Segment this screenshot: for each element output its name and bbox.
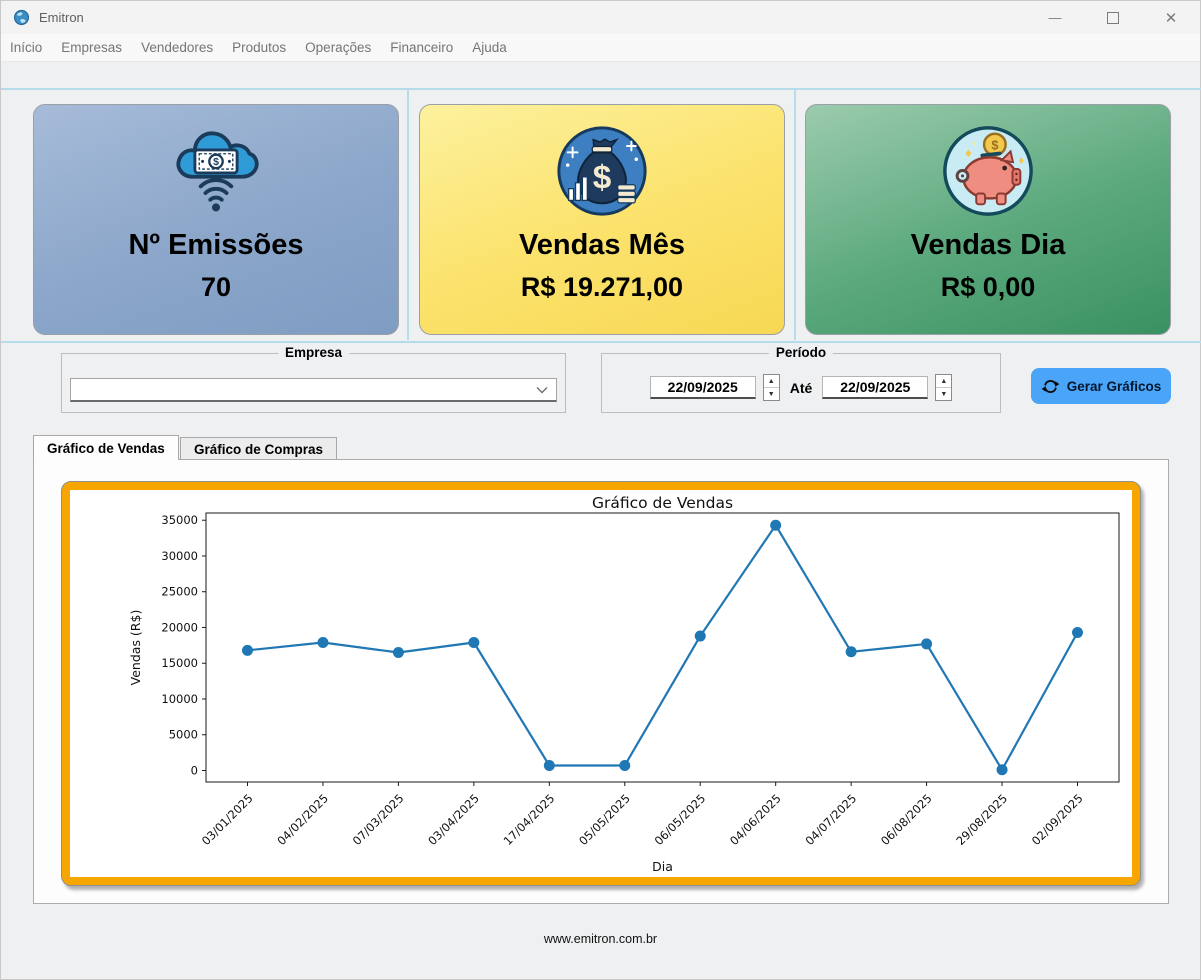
- menu-bar: Início Empresas Vendedores Produtos Oper…: [1, 34, 1200, 62]
- svg-text:10000: 10000: [161, 692, 198, 706]
- tab-grafico-vendas[interactable]: Gráfico de Vendas: [33, 435, 179, 460]
- periodo-groupbox: Período 22/09/2025 ▲ ▼ Até 22/09/2025 ▲ …: [601, 353, 1001, 413]
- title-bar: Emitron — ✕: [1, 1, 1200, 34]
- menu-item-financeiro[interactable]: Financeiro: [390, 40, 453, 55]
- spin-down-icon[interactable]: ▼: [764, 388, 779, 400]
- svg-text:20000: 20000: [161, 620, 198, 634]
- menu-item-empresas[interactable]: Empresas: [61, 40, 122, 55]
- svg-text:$: $: [593, 160, 612, 197]
- card-vendas-dia: $ Vendas Dia R$ 0,00: [805, 104, 1171, 335]
- date-to-spinner[interactable]: ▲ ▼: [935, 374, 952, 401]
- date-from-spinner[interactable]: ▲ ▼: [763, 374, 780, 401]
- money-bag-icon: $: [553, 117, 651, 225]
- spin-up-icon[interactable]: ▲: [764, 375, 779, 388]
- ate-label: Até: [790, 380, 813, 396]
- card-divider-1: [407, 90, 409, 340]
- window-title: Emitron: [39, 10, 84, 25]
- svg-text:15000: 15000: [161, 656, 198, 670]
- vendas-chart: Gráfico de Vendas 0 5000 10000 15000 20000 250…: [70, 490, 1132, 877]
- tab-grafico-compras[interactable]: Gráfico de Compras: [180, 437, 337, 460]
- card-divider-2: [794, 90, 796, 340]
- periodo-label: Período: [769, 345, 833, 360]
- tab-grafico-compras-label: Gráfico de Compras: [194, 442, 323, 457]
- svg-text:25000: 25000: [161, 585, 198, 599]
- chart-frame: Gráfico de Vendas 0 5000 10000 15000 20000 250…: [61, 481, 1141, 886]
- menu-item-ajuda[interactable]: Ajuda: [472, 40, 507, 55]
- card-vendas-mes: $ Vendas Mês R$ 19.271,00: [419, 104, 785, 335]
- cloud-money-icon: $: [170, 117, 262, 225]
- card-vendas-mes-title: Vendas Mês: [519, 229, 685, 262]
- app-globe-icon: [13, 9, 30, 26]
- svg-text:30000: 30000: [161, 549, 198, 563]
- close-icon: ✕: [1165, 9, 1178, 27]
- maximize-button[interactable]: [1084, 1, 1142, 34]
- gerar-graficos-button[interactable]: Gerar Gráficos: [1031, 368, 1171, 404]
- separator-line-bottom: [1, 341, 1201, 343]
- menu-item-inicio[interactable]: Início: [10, 40, 42, 55]
- svg-text:$: $: [991, 137, 998, 152]
- tab-grafico-vendas-label: Gráfico de Vendas: [47, 441, 165, 456]
- refresh-icon: [1041, 377, 1060, 396]
- spin-up-icon[interactable]: ▲: [936, 375, 951, 388]
- svg-text:5000: 5000: [169, 728, 198, 742]
- minimize-button[interactable]: —: [1026, 1, 1084, 34]
- spin-down-icon[interactable]: ▼: [936, 388, 951, 400]
- empresa-combobox[interactable]: [70, 378, 557, 402]
- menu-item-vendedores[interactable]: Vendedores: [141, 40, 213, 55]
- card-emissoes: $ Nº Emissões 70: [33, 104, 399, 335]
- menu-item-operacoes[interactable]: Operações: [305, 40, 371, 55]
- menu-item-produtos[interactable]: Produtos: [232, 40, 286, 55]
- empresa-groupbox: Empresa: [61, 353, 566, 413]
- card-emissoes-value: 70: [201, 272, 231, 303]
- maximize-icon: [1107, 12, 1119, 24]
- card-vendas-mes-value: R$ 19.271,00: [521, 272, 683, 303]
- svg-text:Gráfico de Vendas: Gráfico de Vendas: [592, 494, 733, 512]
- minimize-icon: —: [1049, 10, 1062, 25]
- periodo-row: 22/09/2025 ▲ ▼ Até 22/09/2025 ▲ ▼: [602, 374, 1000, 401]
- svg-text:$: $: [213, 156, 219, 168]
- separator-line-top: [1, 88, 1201, 90]
- date-to-field[interactable]: 22/09/2025: [822, 376, 928, 399]
- gerar-graficos-label: Gerar Gráficos: [1067, 379, 1162, 394]
- footer-url: www.emitron.com.br: [1, 932, 1200, 946]
- window-controls: — ✕: [1026, 1, 1200, 34]
- date-from-field[interactable]: 22/09/2025: [650, 376, 756, 399]
- chart-tab-panel: Gráfico de Vendas 0 5000 10000 15000 20000 250…: [33, 459, 1169, 904]
- svg-text:35000: 35000: [161, 513, 198, 527]
- chevron-down-icon: [536, 381, 548, 399]
- svg-text:Dia: Dia: [652, 859, 673, 874]
- close-button[interactable]: ✕: [1142, 1, 1200, 34]
- piggy-bank-icon: $: [939, 117, 1037, 225]
- vendas-line-chart: Gráfico de Vendas 0 5000 10000 15000 20000 250…: [70, 490, 1132, 877]
- card-emissoes-title: Nº Emissões: [128, 229, 303, 262]
- empresa-label: Empresa: [278, 345, 349, 360]
- card-vendas-dia-value: R$ 0,00: [941, 272, 1036, 303]
- svg-text:0: 0: [191, 763, 198, 777]
- svg-text:Vendas (R$): Vendas (R$): [128, 610, 143, 686]
- card-vendas-dia-title: Vendas Dia: [911, 229, 1066, 262]
